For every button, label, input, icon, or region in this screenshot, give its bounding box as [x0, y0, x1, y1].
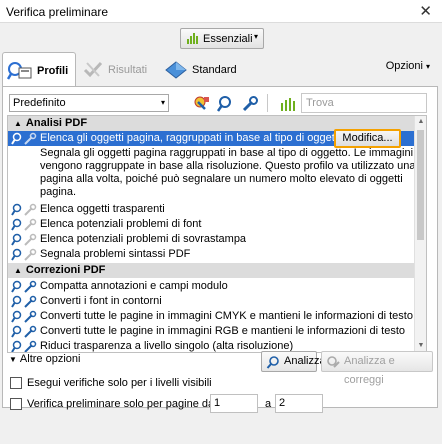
profile-list: ▲ Analisi PDF Elenca gli oggetti pagina, …	[7, 115, 427, 353]
group-title: Analisi PDF	[25, 117, 88, 129]
list-item[interactable]: Segnala problemi sintassi PDF	[8, 247, 426, 262]
search-icon	[266, 356, 279, 369]
search-wrench-icon	[11, 340, 39, 352]
search-wrench-icon	[11, 280, 39, 293]
tab-standard-label: Standard	[192, 64, 237, 76]
collapse-icon: ▲	[14, 266, 22, 275]
scroll-thumb[interactable]	[417, 130, 424, 240]
bars-icon	[187, 33, 198, 44]
list-item[interactable]: Converti tutte le pagine in immagini CMY…	[8, 309, 426, 324]
tab-bar: Profili Risultati Standard	[0, 52, 442, 88]
page-to-input[interactable]: 2	[275, 394, 323, 413]
search-wrench-icon	[11, 325, 39, 338]
toolbar-divider	[267, 94, 268, 112]
essentials-filter-icon[interactable]	[277, 93, 297, 113]
page-to-label: a	[265, 398, 272, 410]
standard-icon	[165, 61, 187, 79]
analyze-button[interactable]: Analizza	[261, 351, 326, 372]
list-item[interactable]: Compatta annotazioni e campi modulo	[8, 279, 426, 294]
search-wrench-icon	[11, 295, 39, 308]
group-title: Correzioni PDF	[25, 264, 106, 276]
list-item[interactable]: Elenca oggetti trasparenti	[8, 202, 426, 217]
more-options-toggle[interactable]: ▼ Altre opzioni	[9, 353, 80, 365]
options-menu[interactable]: Opzioni ▾	[386, 60, 430, 72]
list-item-label: Compatta annotazioni e campi modulo	[40, 280, 228, 292]
search-input[interactable]: Trova	[301, 93, 427, 113]
checkbox-label: Verifica preliminare solo per pagine da	[27, 398, 215, 410]
expand-icon: ▼	[9, 355, 17, 364]
page-from-input[interactable]: 1	[210, 394, 258, 413]
list-item-label: Converti tutte le pagine in immagini CMY…	[40, 310, 413, 322]
tab-standard[interactable]: Standard	[162, 52, 242, 88]
list-item-label: Elenca potenziali problemi di font	[40, 218, 202, 230]
fix-filter-icon[interactable]	[191, 93, 211, 113]
analyze-fix-label: Analizza e correggi	[344, 355, 395, 386]
search-wrench-icon	[327, 356, 340, 368]
list-item-label: Segnala problemi sintassi PDF	[40, 248, 191, 260]
tab-profili[interactable]: Profili	[2, 52, 76, 88]
list-item[interactable]: Elenca potenziali problemi di sovrastamp…	[8, 232, 426, 247]
search-wrench-icon	[11, 203, 39, 216]
list-item-label: Converti i font in contorni	[40, 295, 162, 307]
results-icon	[83, 61, 103, 78]
search-wrench-icon	[11, 218, 39, 231]
chevron-down-icon: ▾	[425, 62, 430, 71]
analyze-fix-button[interactable]: Analizza e correggi	[321, 351, 433, 386]
list-item-label: Elenca potenziali problemi di sovrastamp…	[40, 233, 247, 245]
window-title: Verifica preliminare	[6, 5, 109, 19]
search-wrench-icon	[11, 233, 39, 246]
essentials-button[interactable]: Essenziali ▾	[180, 28, 264, 49]
checkbox-label: Esegui verifiche solo per i livelli visi…	[27, 377, 212, 389]
list-item[interactable]: Elenca potenziali problemi di font	[8, 217, 426, 232]
visible-layers-checkbox[interactable]: Esegui verifiche solo per i livelli visi…	[10, 377, 212, 389]
tab-risultati-label: Risultati	[108, 64, 148, 76]
list-scrollbar[interactable]: ▲ ▼	[414, 116, 426, 352]
chevron-down-icon: ▾	[160, 98, 165, 107]
list-item-label: Elenca gli oggetti pagina, raggruppati i…	[40, 132, 344, 144]
checkbox-box[interactable]	[10, 398, 22, 410]
list-item-label: Riduci trasparenza a livello singolo (al…	[40, 340, 294, 352]
close-icon[interactable]: ✕	[419, 2, 432, 20]
wrench-icon[interactable]	[239, 93, 259, 113]
more-options-label: Altre opzioni	[19, 353, 81, 365]
page-range-checkbox[interactable]: Verifica preliminare solo per pagine da	[10, 398, 214, 410]
tab-profili-label: Profili	[37, 64, 69, 77]
list-item-label: Elenca oggetti trasparenti	[40, 203, 165, 215]
search-wrench-icon	[11, 132, 39, 145]
scroll-up-icon[interactable]: ▲	[415, 116, 426, 128]
checkbox-box[interactable]	[10, 377, 22, 389]
select-value: Predefinito	[13, 97, 66, 109]
list-item-label: Converti tutte le pagine in immagini RGB…	[40, 325, 406, 337]
profile-description: Segnala gli oggetti pagina raggruppati i…	[40, 147, 416, 198]
list-item[interactable]: Converti tutte le pagine in immagini RGB…	[8, 324, 426, 339]
search-wrench-icon	[11, 248, 39, 261]
essentials-label: Essenziali	[203, 33, 253, 45]
analyze-label: Analizza	[284, 355, 326, 367]
list-item[interactable]: Converti i font in contorni	[8, 294, 426, 309]
search-wrench-icon	[11, 310, 39, 323]
title-bar: Verifica preliminare ✕	[0, 0, 442, 22]
collapse-icon: ▲	[14, 119, 22, 128]
options-label: Opzioni	[385, 60, 423, 72]
profile-library-select[interactable]: Predefinito ▾	[9, 94, 169, 112]
profiles-icon	[7, 61, 32, 80]
chevron-down-icon: ▾	[253, 32, 258, 41]
edit-profile-button[interactable]: Modifica...	[334, 129, 401, 148]
search-icon[interactable]	[215, 93, 235, 113]
tab-risultati[interactable]: Risultati	[80, 52, 154, 88]
group-header-correzioni[interactable]: ▲ Correzioni PDF	[8, 263, 426, 278]
